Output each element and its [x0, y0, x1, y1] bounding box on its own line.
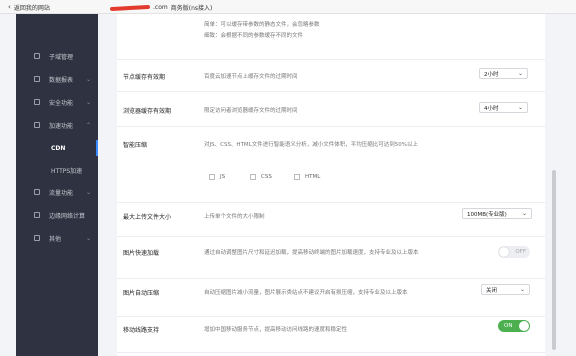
- back-label: 返回我的网站: [13, 5, 50, 12]
- chevron-down-icon: ⌄: [517, 70, 523, 77]
- setting-desc: 对JS、CSS、HTML文件进行智能语义分析，减小文件体积，平均压缩比可达到50…: [204, 142, 418, 148]
- image-fast-load-toggle[interactable]: OFF: [498, 246, 530, 258]
- chevron-down-icon: ⌄: [86, 98, 92, 106]
- mobile-line-row: 移动线路支持 增加中国移动服务节点，提高移动访问线路的速度和稳定性 ON: [117, 317, 545, 353]
- more-icon: [34, 235, 40, 241]
- sidebar-item-security[interactable]: 安全功能 ⌄: [16, 92, 98, 112]
- toggle-knob: [499, 247, 509, 257]
- chevron-down-icon: ⌄: [517, 104, 523, 111]
- traffic-icon: [34, 189, 40, 195]
- checkbox-label: HTML: [305, 174, 321, 180]
- smart-compress-row: 智能压缩 对JS、CSS、HTML文件进行智能语义分析，减小文件体积，平均压缩比…: [117, 127, 545, 203]
- sidebar-item-label: 安全功能: [49, 99, 74, 107]
- browser-cache-select[interactable]: 4小时 ⌄: [479, 102, 528, 113]
- image-fast-load-row: 图片快速加载 通过自动调整图片尺寸和延迟加载，提高移动终端的图片加载速度，支持专…: [117, 237, 545, 279]
- sidebar-item-label: 数据报表: [49, 76, 74, 84]
- sidebar-item-label: HTTPS加速: [51, 167, 83, 175]
- subdomain-icon: [34, 53, 40, 59]
- checkbox-box: [209, 174, 215, 180]
- cache-mode-row: 简单：可以缓存带参数的静态文件，会忽略参数 细致：会根据不同的参数缓存不同的文件: [117, 14, 545, 60]
- sidebar-item-https[interactable]: HTTPS加速: [16, 160, 98, 180]
- toggle-state: OFF: [515, 249, 526, 255]
- sidebar-item-reports[interactable]: 数据报表 ⌄: [16, 69, 98, 89]
- setting-label: 图片快速加载: [123, 250, 160, 257]
- checkbox-label: JS: [220, 174, 226, 180]
- sidebar-item-label: 加速功能: [49, 122, 74, 130]
- setting-label: 浏览器缓存有效期: [123, 108, 172, 115]
- setting-label: 移动线路支持: [123, 327, 160, 334]
- checkbox-box: [294, 174, 300, 180]
- sidebar-item-label: 边缘网络计算: [49, 212, 86, 220]
- js-checkbox[interactable]: JS: [209, 174, 225, 180]
- rocket-icon: [34, 122, 40, 128]
- sidebar-item-label: 其他: [49, 235, 62, 243]
- sidebar-item-cdn[interactable]: CDN: [16, 138, 98, 158]
- sidebar-item-subdomain[interactable]: 子域管理: [16, 46, 98, 66]
- grid-icon: [34, 212, 40, 218]
- setting-desc: 增加中国移动服务节点，提高移动访问线路的速度和稳定性: [204, 327, 348, 333]
- top-bar: ‹ 返回我的网站 .com 商务版(ns接入): [0, 0, 576, 14]
- css-checkbox[interactable]: CSS: [250, 174, 272, 180]
- shield-icon: [34, 99, 40, 105]
- sidebar-item-label: CDN: [51, 144, 66, 152]
- chevron-up-icon: ⌃: [86, 121, 92, 129]
- setting-desc: 上传单个文件的大小限制: [204, 214, 265, 220]
- chevron-left-icon: ‹: [8, 3, 11, 11]
- select-value: 2小时: [484, 71, 499, 78]
- settings-panel: 简单：可以缓存带参数的静态文件，会忽略参数 细致：会根据不同的参数缓存不同的文件…: [117, 14, 545, 356]
- node-cache-select[interactable]: 2小时 ⌄: [479, 68, 528, 79]
- sidebar: 子域管理 数据报表 ⌄ 安全功能 ⌄ 加速功能 ⌃ CDN HTTPS加速 流量…: [16, 14, 98, 356]
- setting-label: 最大上传文件大小: [123, 214, 172, 221]
- domain-suffix: .com: [153, 4, 168, 11]
- chevron-down-icon: ⌄: [86, 234, 92, 242]
- max-upload-row: 最大上传文件大小 上传单个文件的大小限制 100MB(专业版) ⌄: [117, 203, 545, 237]
- select-value: 100MB(专业版): [467, 211, 507, 218]
- setting-label: 图片自动压缩: [123, 290, 160, 297]
- back-link[interactable]: ‹ 返回我的网站: [8, 3, 50, 13]
- chevron-down-icon: ⌄: [86, 75, 92, 83]
- node-cache-row: 节点缓存有效期 百度云加速节点上缓存文件的过期时间 2小时 ⌄: [117, 60, 545, 92]
- chevron-down-icon: ⌄: [519, 286, 525, 293]
- image-auto-compress-select[interactable]: 关闭 ⌄: [481, 284, 530, 295]
- setting-desc: 限定访问者浏览器缓存文件的过期时间: [204, 108, 298, 114]
- scrollbar[interactable]: [552, 170, 556, 350]
- chevron-down-icon: ⌄: [521, 210, 527, 217]
- max-upload-select[interactable]: 100MB(专业版) ⌄: [462, 208, 532, 219]
- sidebar-item-traffic[interactable]: 流量功能 ⌄: [16, 182, 98, 202]
- plan-label: 商务版(ns接入): [170, 5, 213, 12]
- sidebar-item-label: 子域管理: [49, 53, 74, 61]
- image-auto-compress-row: 图片自动压缩 自动压缩图片减小流量，图片展示类站点不建议开启有损压缩，支持专业及…: [117, 279, 545, 317]
- chevron-down-icon: ⌄: [86, 188, 92, 196]
- html-checkbox[interactable]: HTML: [294, 174, 320, 180]
- setting-desc: 百度云加速节点上缓存文件的过期时间: [204, 74, 298, 80]
- sidebar-item-other[interactable]: 其他 ⌄: [16, 228, 98, 248]
- select-value: 4小时: [484, 105, 499, 112]
- select-value: 关闭: [486, 287, 498, 294]
- sidebar-item-label: 流量功能: [49, 189, 74, 197]
- site-domain: .com 商务版(ns接入): [109, 3, 213, 12]
- checkbox-box: [250, 174, 256, 180]
- cache-mode-desc-detailed: 细致：会根据不同的参数缓存不同的文件: [204, 33, 304, 39]
- setting-desc: 自动压缩图片减小流量，图片展示类站点不建议开启有损压缩，支持专业及以上版本: [204, 290, 408, 296]
- chart-icon: [34, 76, 40, 82]
- setting-desc: 通过自动调整图片尺寸和延迟加载，提高移动终端的图片加载速度，支持专业及以上版本: [204, 250, 419, 256]
- sidebar-item-acceleration[interactable]: 加速功能 ⌃: [16, 115, 98, 135]
- sidebar-item-edge-computing[interactable]: 边缘网络计算: [16, 205, 98, 225]
- browser-cache-row: 浏览器缓存有效期 限定访问者浏览器缓存文件的过期时间 4小时 ⌄: [117, 92, 545, 127]
- cache-mode-desc-simple: 简单：可以缓存带参数的静态文件，会忽略参数: [204, 22, 320, 28]
- setting-label: 智能压缩: [123, 142, 148, 149]
- redacted-domain: [109, 4, 151, 11]
- toggle-state: ON: [504, 323, 513, 329]
- setting-label: 节点缓存有效期: [123, 74, 166, 81]
- checkbox-label: CSS: [261, 174, 272, 180]
- mobile-line-toggle[interactable]: ON: [498, 320, 530, 332]
- toggle-knob: [519, 321, 529, 331]
